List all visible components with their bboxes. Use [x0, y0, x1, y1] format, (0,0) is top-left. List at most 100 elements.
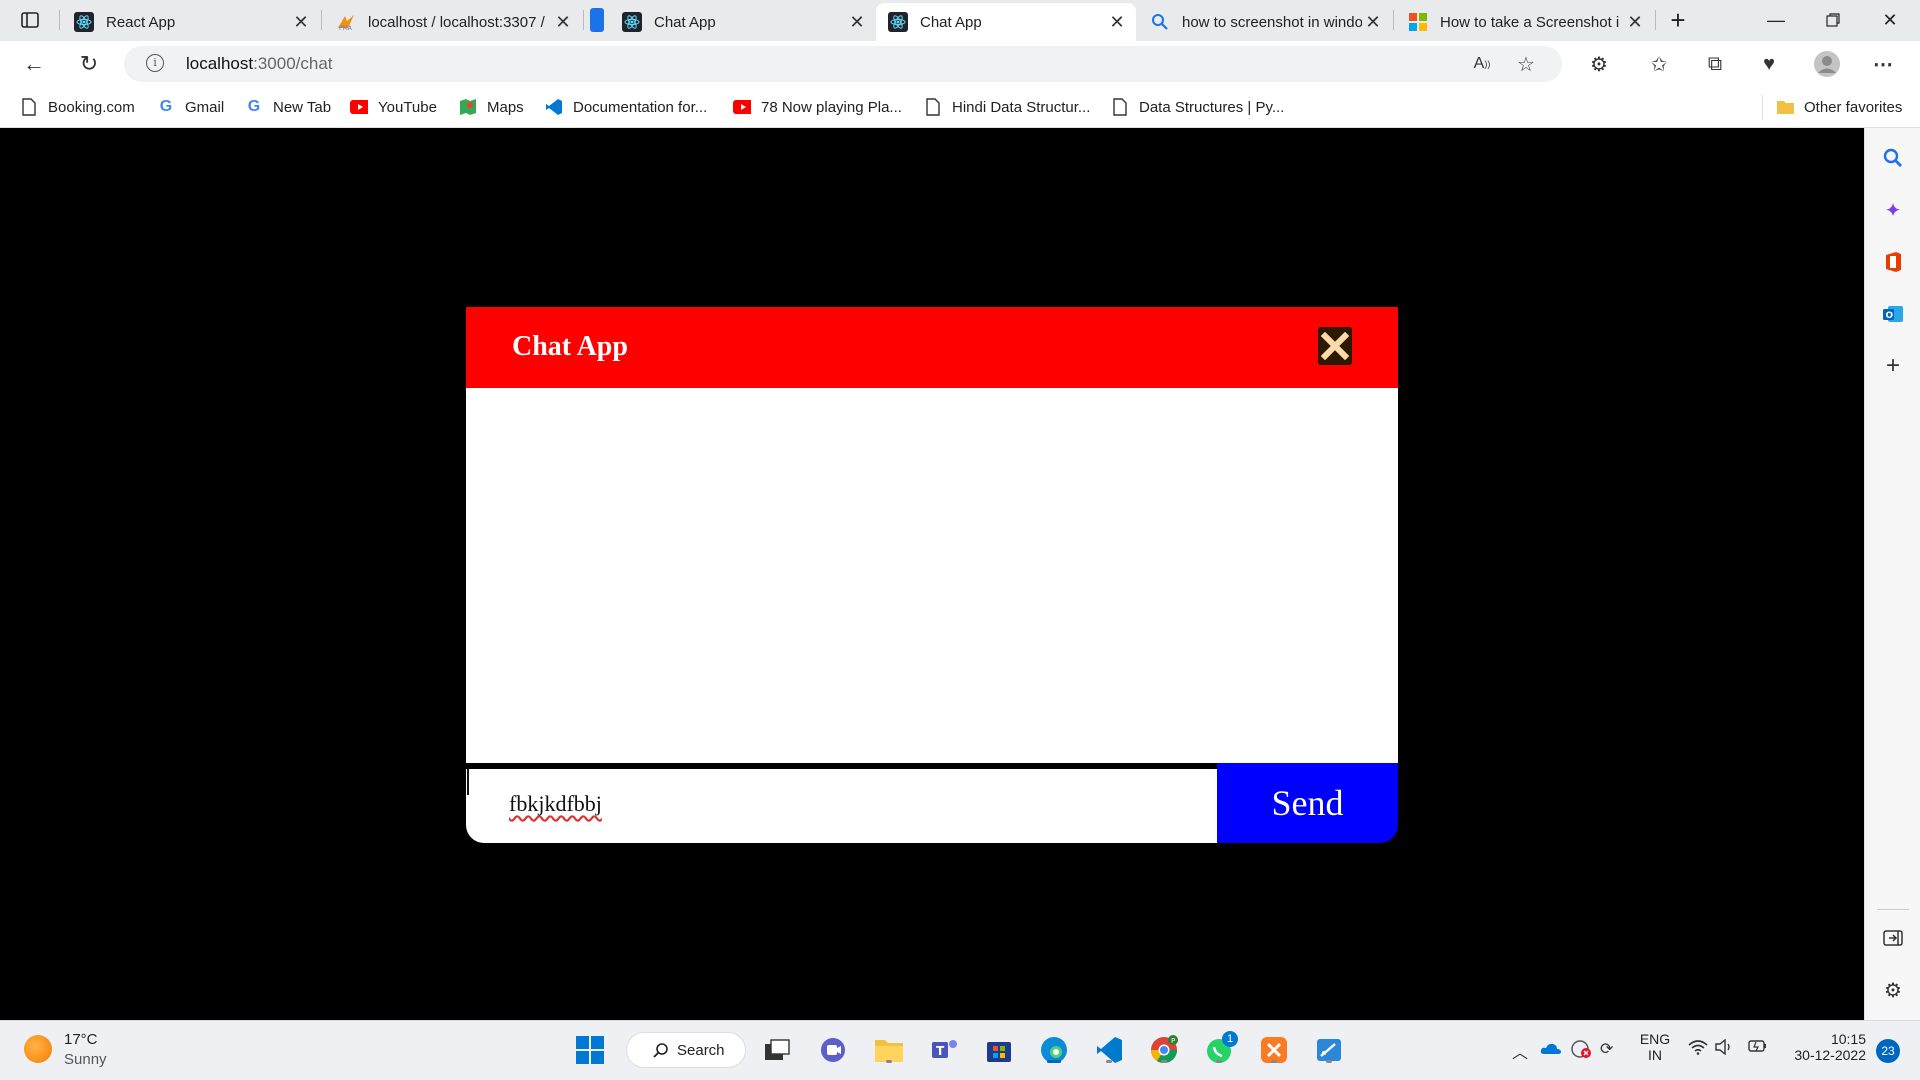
bookmark-youtube[interactable]: YouTube [350, 96, 437, 118]
microsoft-icon [1408, 12, 1428, 32]
more-menu-icon[interactable]: ⋯ [1868, 49, 1898, 79]
weather-temp[interactable]: 17°C [64, 1031, 98, 1048]
tab-search-screenshot[interactable]: how to screenshot in windo ✕ [1138, 3, 1392, 41]
windows-start-icon[interactable] [573, 1033, 607, 1067]
tab-group-indicator[interactable] [590, 8, 604, 32]
site-info-icon[interactable]: i [146, 54, 164, 72]
vscode-icon[interactable] [1092, 1033, 1126, 1067]
chrome-icon[interactable]: P [1147, 1033, 1181, 1067]
sync-icon[interactable]: ⟳ [1600, 1039, 1613, 1059]
task-view-icon[interactable] [760, 1033, 794, 1067]
onedrive-icon[interactable] [1540, 1041, 1562, 1060]
address-bar[interactable]: i localhost:3000/chat A)) ☆ [124, 46, 1562, 82]
react-icon [888, 12, 908, 32]
send-button[interactable]: Send [1217, 763, 1398, 843]
language-lang: ENG [1639, 1031, 1671, 1047]
taskbar-search[interactable]: Search [626, 1032, 746, 1068]
show-hidden-icons-chevron[interactable]: ︿ [1512, 1039, 1528, 1063]
battery-icon[interactable] [1748, 1039, 1768, 1058]
favorites-icon[interactable]: ✩ [1644, 49, 1674, 79]
chat-header: Chat App [466, 307, 1398, 388]
sidebar-settings-icon[interactable]: ⚙ [1879, 976, 1907, 1004]
tab-title: localhost / localhost:3307 / [368, 13, 545, 31]
chat-teams-icon[interactable] [816, 1033, 850, 1067]
back-button[interactable]: ← [17, 47, 51, 81]
bookmark-documentation[interactable]: Documentation for... [545, 96, 707, 118]
close-tab-icon[interactable]: ✕ [1106, 12, 1128, 33]
address-url[interactable]: localhost:3000/chat [186, 54, 333, 74]
tab-title: How to take a Screenshot i [1440, 13, 1620, 31]
tab-actions-button[interactable] [2, 0, 58, 40]
bookmark-data-structures[interactable]: Data Structures | Py... [1111, 96, 1284, 118]
read-aloud-icon[interactable]: A)) [1467, 49, 1497, 79]
weather-condition[interactable]: Sunny [64, 1051, 107, 1068]
close-tab-icon[interactable]: ✕ [1362, 12, 1384, 33]
edge-sidebar: ✦ O + ⚙ [1864, 128, 1920, 1020]
page-icon [1111, 98, 1129, 116]
close-tab-icon[interactable]: ✕ [1624, 12, 1646, 33]
tab-chat-app[interactable]: Chat App ✕ [610, 3, 876, 41]
microsoft-store-icon[interactable] [982, 1033, 1016, 1067]
wifi-icon[interactable] [1688, 1039, 1708, 1060]
bookmark-label: Gmail [185, 98, 225, 116]
language-indicator[interactable]: ENG IN [1637, 1031, 1673, 1063]
restore-button[interactable] [1805, 0, 1861, 40]
bookmark-new-tab[interactable]: G New Tab [245, 96, 331, 118]
refresh-button[interactable]: ↻ [72, 47, 106, 81]
edge-icon[interactable] [1037, 1033, 1071, 1067]
add-favorite-icon[interactable]: ☆ [1511, 49, 1541, 79]
sidebar-add-icon[interactable]: + [1879, 352, 1907, 380]
chat-close-button[interactable] [1318, 327, 1352, 365]
other-favorites[interactable]: Other favorites [1776, 96, 1902, 118]
tab-title: how to screenshot in windo [1182, 13, 1362, 31]
extensions-icon[interactable]: ⚙ [1584, 49, 1614, 79]
message-input-text: fbkjkdfbbj [509, 791, 602, 816]
collections-icon[interactable]: ⧉ [1700, 49, 1730, 79]
notification-badge[interactable]: 23 [1876, 1039, 1900, 1063]
close-tab-icon[interactable]: ✕ [290, 12, 312, 33]
close-icon [1321, 332, 1349, 360]
sidebar-hide-icon[interactable] [1879, 924, 1907, 952]
snipping-tool-icon[interactable] [1312, 1033, 1346, 1067]
google-icon: G [159, 98, 173, 115]
close-tab-icon[interactable]: ✕ [552, 12, 574, 33]
restore-icon [1826, 13, 1840, 27]
whatsapp-icon[interactable]: 1 [1202, 1031, 1238, 1067]
sidebar-discover-icon[interactable]: ✦ [1879, 196, 1907, 224]
teams-icon[interactable]: T [928, 1033, 962, 1067]
page-content: Chat App fbkjkdfbbj Send [0, 128, 1864, 1020]
tab-how-to-screenshot[interactable]: How to take a Screenshot i ✕ [1396, 3, 1654, 41]
plus-icon: + [1670, 4, 1686, 35]
close-tab-icon[interactable]: ✕ [846, 12, 868, 33]
clock[interactable]: 10:15 30-12-2022 [1782, 1031, 1866, 1063]
browser-tab-strip: React App ✕ PMA localhost / localhost:33… [0, 0, 1920, 41]
sidebar-search-icon[interactable] [1879, 144, 1907, 172]
taskbar-search-label: Search [677, 1041, 725, 1059]
volume-icon[interactable] [1714, 1038, 1734, 1060]
bookmark-now-playing[interactable]: 78 Now playing Pla... [733, 96, 902, 118]
tab-react-app[interactable]: React App ✕ [62, 3, 320, 41]
page-icon [924, 98, 942, 116]
bookmark-booking[interactable]: Booking.com [20, 96, 135, 118]
maps-icon [459, 98, 477, 116]
network-error-icon[interactable] [1570, 1039, 1592, 1064]
chat-window: Chat App fbkjkdfbbj Send [466, 307, 1398, 843]
close-window-button[interactable]: ✕ [1862, 0, 1918, 40]
minimize-button[interactable]: — [1748, 0, 1804, 40]
sidebar-office-icon[interactable] [1879, 248, 1907, 276]
file-explorer-icon[interactable] [872, 1033, 906, 1067]
url-path: :3000/chat [253, 54, 333, 73]
bookmark-maps[interactable]: Maps [459, 96, 524, 118]
tab-phpmyadmin[interactable]: PMA localhost / localhost:3307 / ✕ [324, 3, 582, 41]
sidebar-outlook-icon[interactable]: O [1879, 300, 1907, 328]
message-input[interactable]: fbkjkdfbbj [466, 769, 1217, 843]
tab-chat-app-active[interactable]: Chat App ✕ [876, 3, 1136, 41]
profile-avatar[interactable] [1812, 49, 1842, 79]
svg-text:O: O [1886, 311, 1894, 321]
clock-time: 10:15 [1830, 1031, 1866, 1047]
xampp-icon[interactable] [1257, 1033, 1291, 1067]
bookmark-hindi-ds[interactable]: Hindi Data Structur... [924, 96, 1090, 118]
new-tab-button[interactable]: + [1650, 0, 1706, 40]
browser-essentials-icon[interactable]: ♥ [1754, 49, 1784, 79]
bookmark-gmail[interactable]: G Gmail [157, 96, 224, 118]
